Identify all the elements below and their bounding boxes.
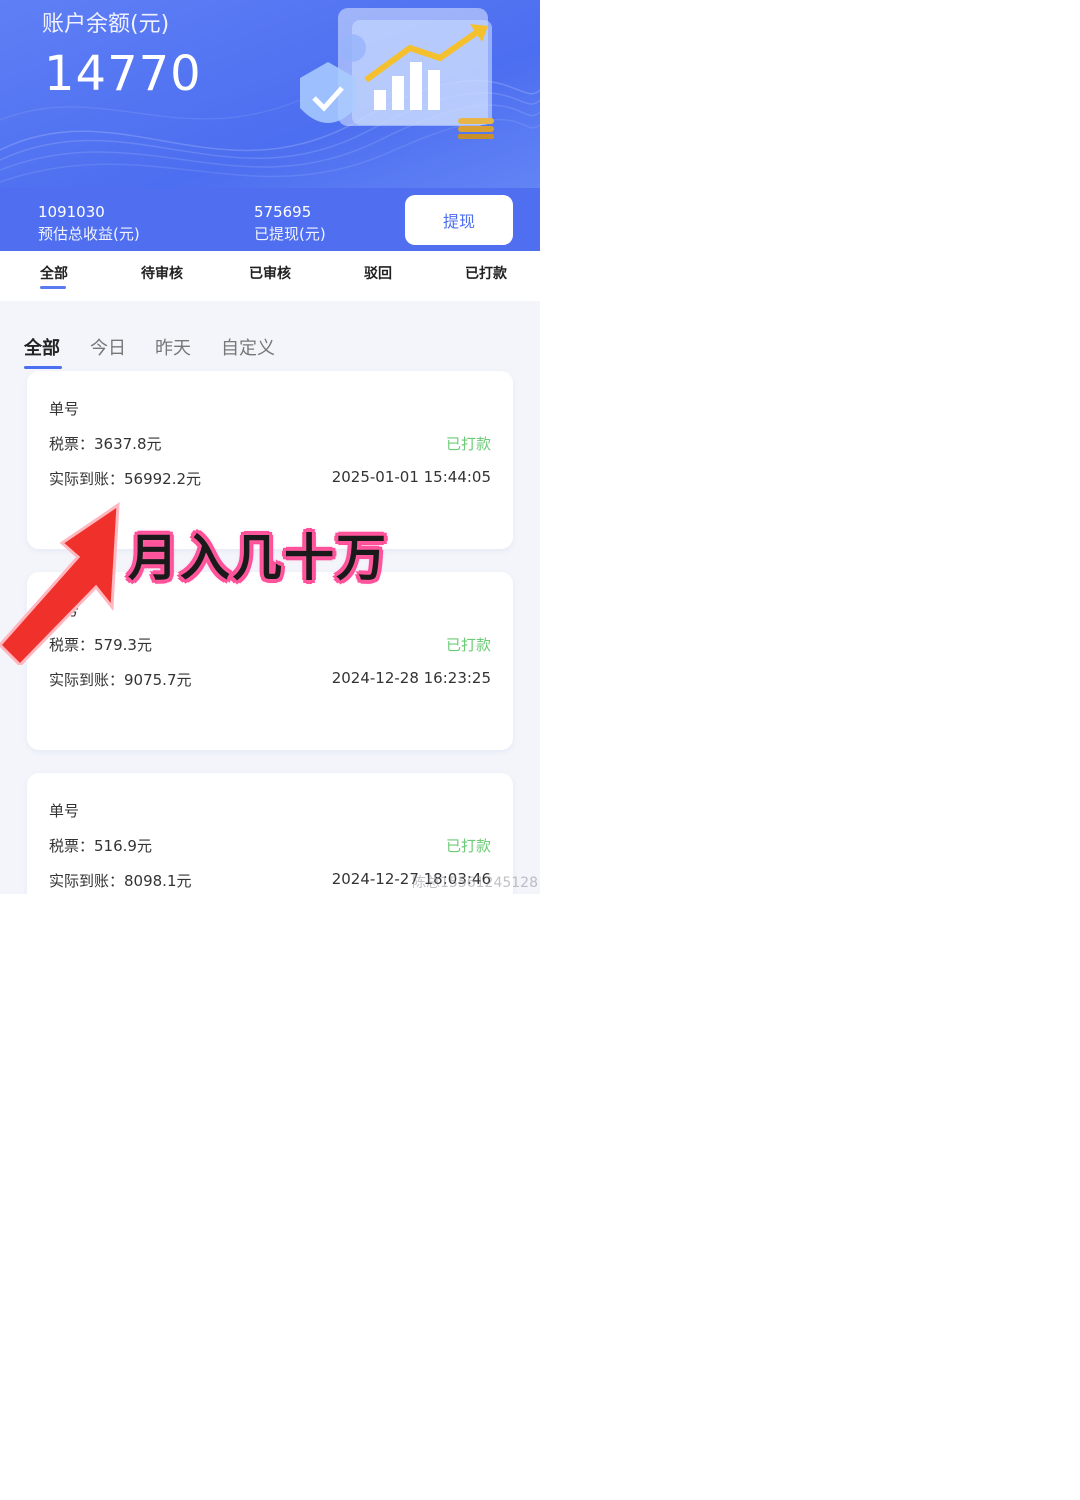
app-screen: 账户余额(元) 14770 1091030 预估总收益(元) 575695 已提… xyxy=(0,0,540,894)
watermark-text: 陈总15561245128 xyxy=(412,875,538,891)
promo-sticker-text: 月入几十万 xyxy=(128,529,388,587)
tab-status-approved[interactable]: 已审核 xyxy=(230,263,310,283)
tax-amount: 税票：516.9元 xyxy=(49,837,152,855)
status-tab-bar: 全部 待审核 已审核 驳回 已打款 xyxy=(0,251,540,301)
tab-status-paid[interactable]: 已打款 xyxy=(446,263,526,283)
order-number-label: 单号 xyxy=(49,802,80,820)
tab-status-all[interactable]: 全部 xyxy=(14,263,94,283)
tab-status-rejected[interactable]: 驳回 xyxy=(338,263,418,283)
status-badge: 已打款 xyxy=(445,837,491,855)
date-tab-indicator xyxy=(24,366,62,369)
tab-date-today[interactable]: 今日 xyxy=(90,334,126,360)
received-amount: 实际到账：56992.2元 xyxy=(49,470,202,488)
total-income-value: 1091030 xyxy=(38,203,105,221)
balance-value: 14770 xyxy=(44,46,202,102)
status-tab-indicator xyxy=(40,286,66,289)
withdrawn-stat: 575695 已提现(元) xyxy=(254,201,326,245)
red-arrow-icon xyxy=(0,502,120,665)
tab-date-all[interactable]: 全部 xyxy=(24,334,60,360)
record-timestamp: 2024-12-28 16:23:25 xyxy=(331,669,491,687)
withdrawn-value: 575695 xyxy=(254,203,312,221)
tab-date-yesterday[interactable]: 昨天 xyxy=(155,334,191,360)
tax-amount: 税票：3637.8元 xyxy=(49,435,162,453)
tab-status-pending[interactable]: 待审核 xyxy=(122,263,202,283)
withdrawn-label: 已提现(元) xyxy=(254,225,326,243)
balance-label: 账户余额(元) xyxy=(42,12,170,37)
withdraw-button[interactable]: 提现 xyxy=(405,195,513,245)
status-badge: 已打款 xyxy=(445,636,491,654)
total-income-label: 预估总收益(元) xyxy=(38,225,140,243)
received-amount: 实际到账：9075.7元 xyxy=(49,671,192,689)
status-badge: 已打款 xyxy=(445,435,491,453)
order-number-label: 单号 xyxy=(49,400,80,418)
total-income-stat: 1091030 预估总收益(元) xyxy=(38,201,140,245)
tab-date-custom[interactable]: 自定义 xyxy=(221,334,275,360)
received-amount: 实际到账：8098.1元 xyxy=(49,872,192,890)
finance-chart-illustration-icon xyxy=(300,8,494,139)
record-timestamp: 2025-01-01 15:44:05 xyxy=(331,468,491,486)
